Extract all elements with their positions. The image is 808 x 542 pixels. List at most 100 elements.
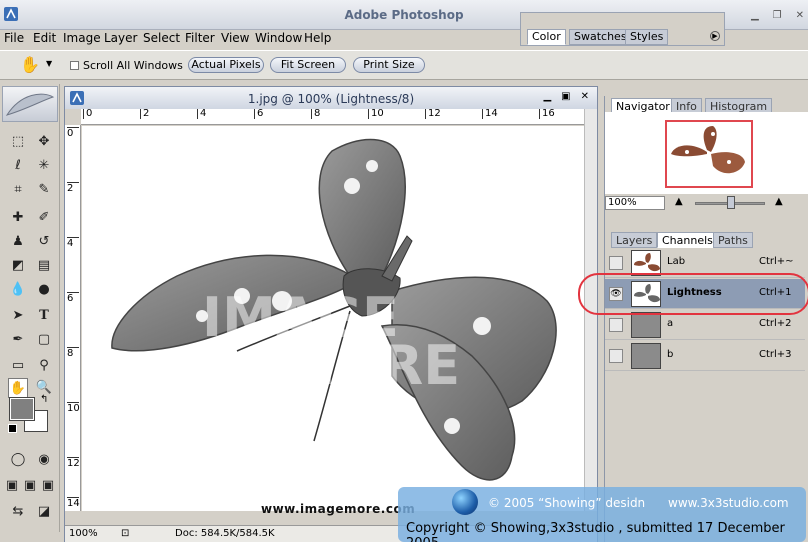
navigator-zoom-field[interactable]: 100% [605,196,665,210]
channel-thumbnail [631,343,661,369]
move-tool-icon[interactable]: ✥ [34,132,54,152]
zoom-in-icon[interactable]: ▲ [775,196,783,207]
history-brush-icon[interactable]: ↺ [34,232,54,252]
document-title: 1.jpg @ 100% (Lightness/8) [247,92,415,106]
menu-select[interactable]: Select [143,31,180,45]
ruler-tick: 10 [368,109,384,119]
screen-mode-full-icon[interactable]: ▣ [40,476,56,496]
dodge-tool-icon[interactable]: ● [34,280,54,300]
restore-icon[interactable]: ❐ [773,10,782,21]
screen-mode-full-menu-icon[interactable]: ▣ [22,476,38,496]
brush-tool-icon[interactable]: ✐ [34,208,54,228]
menu-image[interactable]: Image [63,31,101,45]
menu-window[interactable]: Window [255,31,302,45]
visibility-toggle[interactable] [609,318,623,332]
visibility-toggle[interactable] [609,256,623,270]
copyright-tagline: © 2005 “Showing” desidn [488,496,646,510]
zoom-out-icon[interactable]: ▲ [675,196,683,207]
eyedropper-icon[interactable]: ⚲ [34,356,54,376]
channel-name: b [667,349,674,360]
ruler-tick: 4 [67,237,79,249]
default-colors-icon[interactable] [8,424,17,433]
ruler-tick: 8 [311,109,320,119]
notes-tool-icon[interactable]: ▭ [8,356,28,376]
path-selection-icon[interactable]: ➤ [8,306,28,326]
palette-menu-icon[interactable]: ▶ [710,31,720,41]
navigator-view-box[interactable] [665,120,753,188]
ruler-tick: 2 [67,182,79,194]
gradient-tool-icon[interactable]: ▤ [34,256,54,276]
print-size-button[interactable]: Print Size [353,57,425,73]
minimize-icon[interactable]: ▁ [751,10,759,21]
scroll-all-checkbox[interactable] [70,61,79,70]
hand-tool-icon[interactable]: ✋ [20,55,40,74]
menu-view[interactable]: View [221,31,249,45]
magic-wand-icon[interactable]: ✳ [34,156,54,176]
options-bar: ✋ ▼ Scroll All Windows Actual Pixels Fit… [0,50,808,80]
menu-edit[interactable]: Edit [33,31,56,45]
close-icon[interactable]: ✕ [796,10,804,21]
healing-brush-icon[interactable]: ✚ [8,208,28,228]
watermark-website-text: www.imagemore.com [261,502,416,516]
toolbox: ⬚ ✥ ℓ ✳ ⌗ ✎ ✚ ✐ ♟ ↺ ◩ ▤ 💧 ● ➤ T ✒ ▢ ▭ ⚲ … [0,84,60,532]
channel-row-b[interactable]: b Ctrl+3 [605,341,805,371]
menu-layer[interactable]: Layer [104,31,137,45]
ruler-tick: 0 [67,127,79,139]
copyright-notice: Copyright © Showing,3x3studio , submitte… [406,521,785,542]
image-canvas[interactable]: IMAGE MORE [82,126,585,511]
ruler-tick: 0 [83,109,92,119]
tab-styles[interactable]: Styles [625,29,669,45]
imageready-icon[interactable]: ◪ [34,502,54,522]
doc-close-icon[interactable]: ✕ [581,91,589,102]
crop-tool-icon[interactable]: ⌗ [8,180,28,200]
doc-size-info: Doc: 584.5K/584.5K [175,528,275,539]
menu-help[interactable]: Help [304,31,331,45]
tab-swatches[interactable]: Swatches [569,29,632,45]
menu-filter[interactable]: Filter [185,31,215,45]
zoom-level-field[interactable]: 100% [69,528,98,539]
window-controls: ▁ ❐ ✕ [751,10,804,21]
foreground-color-swatch[interactable] [9,397,35,421]
actual-pixels-button[interactable]: Actual Pixels [188,57,264,73]
document-window-controls: ▁ ▣ ✕ [543,91,589,102]
swap-colors-icon[interactable]: ↰ [40,394,48,405]
slice-tool-icon[interactable]: ✎ [34,180,54,200]
navigator-thumbnail [671,126,745,174]
watermark-logo: MORE [282,334,460,397]
fit-screen-button[interactable]: Fit Screen [270,57,346,73]
clone-stamp-icon[interactable]: ♟ [8,232,28,252]
horizontal-ruler: 0 2 4 6 8 10 12 14 16 [81,109,585,125]
ruler-tick: 12 [67,457,80,469]
shape-tool-icon[interactable]: ▢ [34,330,54,350]
pen-tool-icon[interactable]: ✒ [8,330,28,350]
feather-logo-icon[interactable] [2,86,58,122]
jump-to-imageready-icon[interactable]: ⇆ [8,502,28,522]
hand-tool-icon[interactable]: ✋ [8,378,28,398]
ruler-tick: 6 [67,292,79,304]
document-titlebar: 1.jpg @ 100% (Lightness/8) ▁ ▣ ✕ [65,87,597,109]
status-arrow-icon[interactable]: ⊡ [121,528,129,539]
ruler-tick: 6 [254,109,263,119]
lasso-tool-icon[interactable]: ℓ [8,156,28,176]
blur-tool-icon[interactable]: 💧 [8,280,28,300]
copyright-banner: © 2005 “Showing” desidn www.3x3studio.co… [398,487,806,542]
type-tool-icon[interactable]: T [34,306,54,326]
eraser-tool-icon[interactable]: ◩ [8,256,28,276]
document-window: 1.jpg @ 100% (Lightness/8) ▁ ▣ ✕ 0 2 4 6… [64,86,598,542]
doc-minimize-icon[interactable]: ▁ [543,91,551,102]
quick-mask-icon[interactable]: ◉ [34,450,54,470]
marquee-tool-icon[interactable]: ⬚ [8,132,28,152]
palette-well: Color Swatches Styles ▶ [520,12,725,46]
ruler-tick: 10 [67,402,80,414]
visibility-toggle[interactable] [609,349,623,363]
standard-mode-icon[interactable]: ◯ [8,450,28,470]
tab-color[interactable]: Color [527,29,566,45]
menu-file[interactable]: File [4,31,24,45]
zoom-slider-thumb[interactable] [727,196,735,209]
ruler-tick: 14 [67,497,80,509]
screen-mode-standard-icon[interactable]: ▣ [4,476,20,496]
tool-preset-dropdown-icon[interactable]: ▼ [46,59,52,68]
ruler-tick: 14 [482,109,498,119]
navigator-preview-area[interactable] [605,112,808,194]
doc-maximize-icon[interactable]: ▣ [561,91,570,102]
